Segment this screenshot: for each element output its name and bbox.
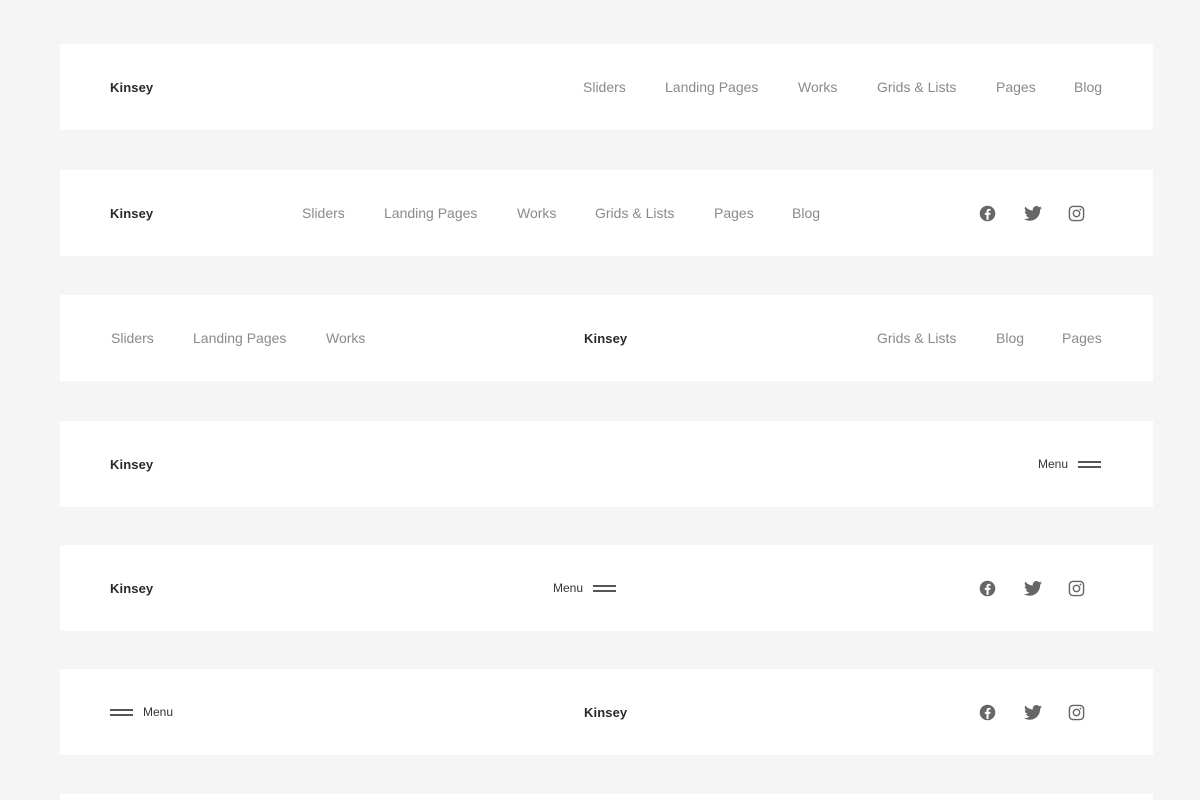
logo[interactable]: Kinsey: [110, 170, 153, 256]
nav-blog[interactable]: Blog: [792, 170, 820, 256]
instagram-icon[interactable]: [1067, 170, 1086, 256]
nav-sliders[interactable]: Sliders: [302, 170, 345, 256]
nav-works[interactable]: Works: [517, 170, 556, 256]
hamburger-icon: [110, 708, 133, 716]
twitter-icon[interactable]: [1023, 170, 1042, 256]
nav-works[interactable]: Works: [798, 44, 837, 130]
menu-button[interactable]: Menu: [110, 669, 173, 755]
header-variant-5: Kinsey Menu: [60, 545, 1153, 631]
nav-pages[interactable]: Pages: [996, 44, 1036, 130]
nav-pages[interactable]: Pages: [714, 170, 754, 256]
menu-label: Menu: [1038, 457, 1069, 471]
facebook-icon[interactable]: [978, 545, 997, 631]
header-variant-1: Kinsey Sliders Landing Pages Works Grids…: [60, 44, 1153, 130]
menu-button[interactable]: Menu: [553, 545, 617, 631]
nav-blog[interactable]: Blog: [996, 295, 1024, 381]
nav-landing-pages[interactable]: Landing Pages: [384, 170, 477, 256]
header-variant-7-partial: [60, 794, 1153, 800]
logo[interactable]: Kinsey: [584, 669, 627, 755]
header-variant-6: Menu Kinsey: [60, 669, 1153, 755]
header-variant-3: Sliders Landing Pages Works Kinsey Grids…: [60, 295, 1153, 381]
nav-pages[interactable]: Pages: [1062, 295, 1102, 381]
header-variant-2: Kinsey Sliders Landing Pages Works Grids…: [60, 170, 1153, 256]
nav-grids-lists[interactable]: Grids & Lists: [877, 44, 956, 130]
hamburger-icon: [1078, 460, 1102, 468]
logo[interactable]: Kinsey: [110, 44, 153, 130]
nav-landing-pages[interactable]: Landing Pages: [193, 295, 286, 381]
nav-sliders[interactable]: Sliders: [583, 44, 626, 130]
nav-grids-lists[interactable]: Grids & Lists: [595, 170, 674, 256]
hamburger-icon: [593, 584, 617, 592]
twitter-icon[interactable]: [1023, 545, 1042, 631]
instagram-icon[interactable]: [1067, 669, 1086, 755]
nav-blog[interactable]: Blog: [1074, 44, 1102, 130]
nav-landing-pages[interactable]: Landing Pages: [665, 44, 758, 130]
nav-sliders[interactable]: Sliders: [111, 295, 154, 381]
menu-label: Menu: [143, 705, 174, 719]
facebook-icon[interactable]: [978, 170, 997, 256]
logo[interactable]: Kinsey: [110, 545, 153, 631]
menu-button[interactable]: Menu: [1038, 421, 1102, 507]
facebook-icon[interactable]: [978, 669, 997, 755]
nav-grids-lists[interactable]: Grids & Lists: [877, 295, 956, 381]
logo[interactable]: Kinsey: [110, 421, 153, 507]
header-variant-4: Kinsey Menu: [60, 421, 1153, 507]
instagram-icon[interactable]: [1067, 545, 1086, 631]
nav-works[interactable]: Works: [326, 295, 365, 381]
logo[interactable]: Kinsey: [584, 295, 627, 381]
twitter-icon[interactable]: [1023, 669, 1042, 755]
menu-label: Menu: [553, 581, 584, 595]
